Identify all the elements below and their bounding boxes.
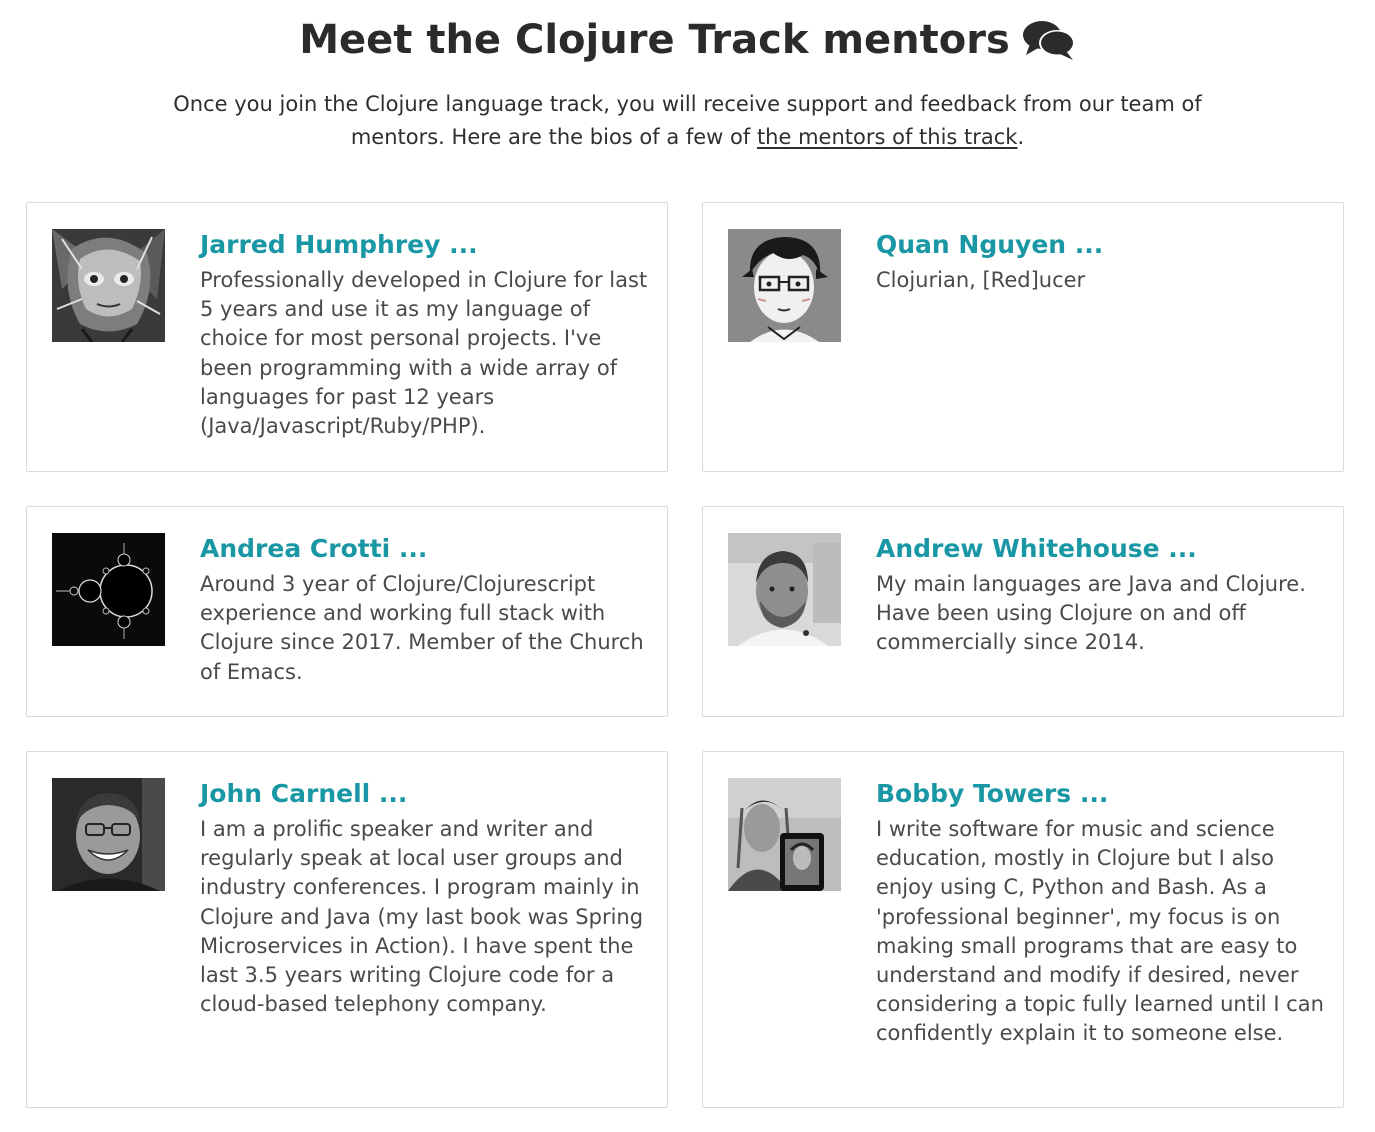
page-title: Meet the Clojure Track mentors — [299, 14, 1076, 66]
intro-paragraph: Once you join the Clojure language track… — [158, 88, 1218, 154]
mentor-card: Bobby Towers ... I write software for mu… — [702, 751, 1344, 1108]
mentor-name-link[interactable]: Jarred Humphrey ... — [200, 227, 651, 263]
mentor-bio: Clojurian, [Red]ucer — [876, 268, 1086, 292]
mentor-card-body: Bobby Towers ... I write software for mu… — [876, 776, 1327, 1049]
mentor-card: John Carnell ... I am a prolific speaker… — [26, 751, 668, 1108]
mentor-card-body: Jarred Humphrey ... Professionally devel… — [200, 227, 651, 441]
cartoon-glasses-avatar — [728, 229, 841, 342]
mentor-bio: Around 3 year of Clojure/Clojurescript e… — [200, 572, 644, 684]
mentor-card-body: Quan Nguyen ... Clojurian, [Red]ucer — [876, 227, 1327, 295]
mentors-page: Meet the Clojure Track mentors Once you … — [0, 0, 1375, 1132]
page-header: Meet the Clojure Track mentors Once you … — [0, 14, 1375, 154]
mentors-of-track-link[interactable]: the mentors of this track — [757, 125, 1018, 149]
intro-text: Once you join the Clojure language track… — [173, 92, 1202, 149]
mentor-name-link[interactable]: Quan Nguyen ... — [876, 227, 1327, 263]
mentor-bio: I am a prolific speaker and writer and r… — [200, 817, 644, 1017]
page-title-text: Meet the Clojure Track mentors — [299, 17, 1010, 63]
intro-end: . — [1017, 125, 1025, 149]
mentor-name-link[interactable]: Andrew Whitehouse ... — [876, 531, 1327, 567]
mentor-bio: Professionally developed in Clojure for … — [200, 268, 648, 439]
mentor-card-body: Andrew Whitehouse ... My main languages … — [876, 531, 1327, 658]
mandelbrot-fractal-avatar — [52, 533, 165, 646]
mentor-name-link[interactable]: Bobby Towers ... — [876, 776, 1327, 812]
mentor-card: Andrea Crotti ... Around 3 year of Cloju… — [26, 506, 668, 717]
mentor-bio: My main languages are Java and Clojure. … — [876, 572, 1306, 655]
mentor-card-body: John Carnell ... I am a prolific speaker… — [200, 776, 651, 1019]
mentor-name-link[interactable]: Andrea Crotti ... — [200, 531, 651, 567]
mentor-card: Jarred Humphrey ... Professionally devel… — [26, 202, 668, 472]
bearded-man-photo-avatar — [728, 533, 841, 646]
mentor-bio: I write software for music and science e… — [876, 817, 1324, 1046]
mentor-card-body: Andrea Crotti ... Around 3 year of Cloju… — [200, 531, 651, 687]
mentor-name-link[interactable]: John Carnell ... — [200, 776, 651, 812]
comments-icon — [1022, 18, 1076, 62]
smiling-man-photo-avatar — [52, 778, 165, 891]
mentor-card: Quan Nguyen ... Clojurian, [Red]ucer — [702, 202, 1344, 472]
tablet-selfie-photo-avatar — [728, 778, 841, 891]
illustrated-face-avatar — [52, 229, 165, 342]
mentor-card: Andrew Whitehouse ... My main languages … — [702, 506, 1344, 717]
